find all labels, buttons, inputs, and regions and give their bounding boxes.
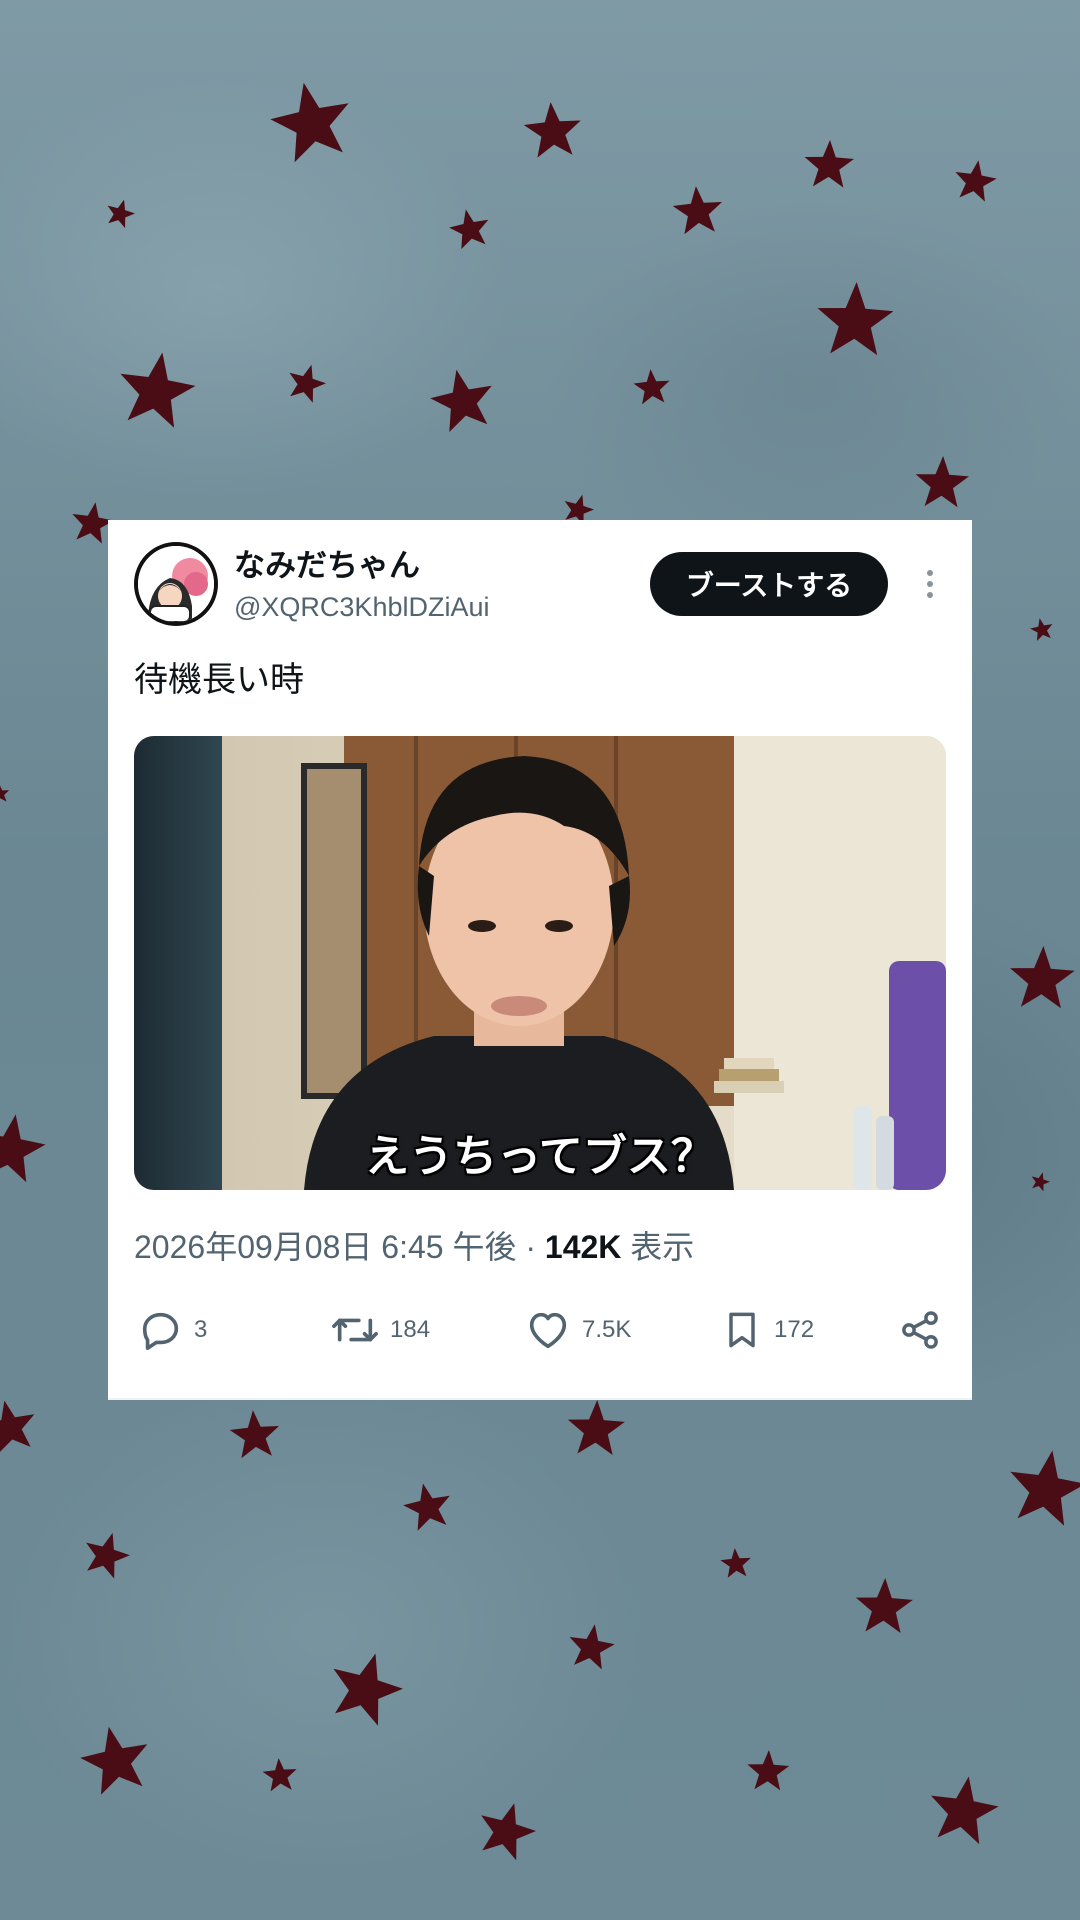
- post-meta: 2026年09月08日 6:45 午後 · 142K 表示: [134, 1222, 694, 1268]
- star-shape: [481, 1803, 536, 1861]
- like-count: 7.5K: [582, 1316, 632, 1343]
- star-shape: [747, 1750, 790, 1791]
- star-shape: [86, 1532, 130, 1579]
- star-shape: [855, 1578, 913, 1633]
- card-divider: [108, 1398, 972, 1400]
- repost-count: 184: [390, 1316, 431, 1343]
- star-shape: [80, 1726, 148, 1795]
- star-shape: [672, 186, 722, 235]
- star-shape: [333, 1653, 403, 1726]
- views-count: 142K: [544, 1229, 622, 1265]
- star-shape: [804, 140, 854, 188]
- boost-button[interactable]: ブーストする: [650, 552, 888, 616]
- star-shape: [449, 209, 489, 250]
- star-shape: [955, 160, 997, 202]
- views-label: 表示: [630, 1229, 695, 1265]
- star-shape: [523, 102, 581, 158]
- timestamp[interactable]: 2026年09月08日 6:45 午後: [134, 1229, 516, 1265]
- action-bar: 3 184 7.5K 172: [108, 1300, 972, 1360]
- reply-icon: [142, 1312, 179, 1351]
- star-shape: [720, 1548, 751, 1578]
- star-shape: [430, 369, 492, 432]
- like-button[interactable]: 7.5K: [524, 1300, 631, 1360]
- post-text: 待機長い時: [134, 660, 304, 700]
- star-shape: [931, 1776, 999, 1845]
- star-shape: [262, 1758, 297, 1792]
- star-shape: [0, 785, 10, 802]
- star-shape: [633, 369, 670, 405]
- star-shape: [817, 282, 894, 356]
- repost-button[interactable]: 184: [330, 1300, 430, 1360]
- bookmark-count: 172: [774, 1316, 815, 1343]
- video-caption: えうちってブス？: [365, 1131, 715, 1182]
- more-icon[interactable]: [918, 562, 942, 606]
- display-name[interactable]: なみだちゃん: [234, 540, 420, 585]
- star-shape: [107, 199, 135, 229]
- star-shape: [1030, 618, 1053, 641]
- star-shape: [229, 1410, 279, 1459]
- star-shape: [120, 352, 196, 428]
- star-shape: [1031, 1172, 1050, 1192]
- post-video[interactable]: えうちってブス？: [134, 736, 946, 1190]
- star-shape: [569, 1624, 615, 1670]
- star-shape: [289, 364, 326, 403]
- star-shape: [567, 1400, 625, 1455]
- bookmark-button[interactable]: 172: [720, 1300, 814, 1360]
- star-shape: [0, 1400, 35, 1452]
- star-shape: [0, 1114, 46, 1183]
- bookmark-icon: [729, 1312, 755, 1348]
- star-shape: [1010, 1450, 1080, 1526]
- user-handle[interactable]: @XQRC3KhblDZiAui: [234, 592, 490, 623]
- avatar[interactable]: [134, 542, 218, 626]
- star-shape: [1010, 946, 1075, 1009]
- star-shape: [270, 82, 349, 163]
- repost-icon: [332, 1318, 378, 1342]
- share-button[interactable]: [898, 1300, 942, 1360]
- post-card[interactable]: なみだちゃん @XQRC3KhblDZiAui ブーストする 待機長い時 えうち…: [108, 520, 972, 1400]
- star-shape: [915, 456, 969, 508]
- star-shape: [403, 1483, 450, 1531]
- share-icon: [902, 1311, 938, 1349]
- meta-separator: ·: [525, 1229, 536, 1265]
- like-icon: [529, 1312, 567, 1349]
- reply-count: 3: [194, 1316, 208, 1343]
- reply-button[interactable]: 3: [138, 1300, 207, 1360]
